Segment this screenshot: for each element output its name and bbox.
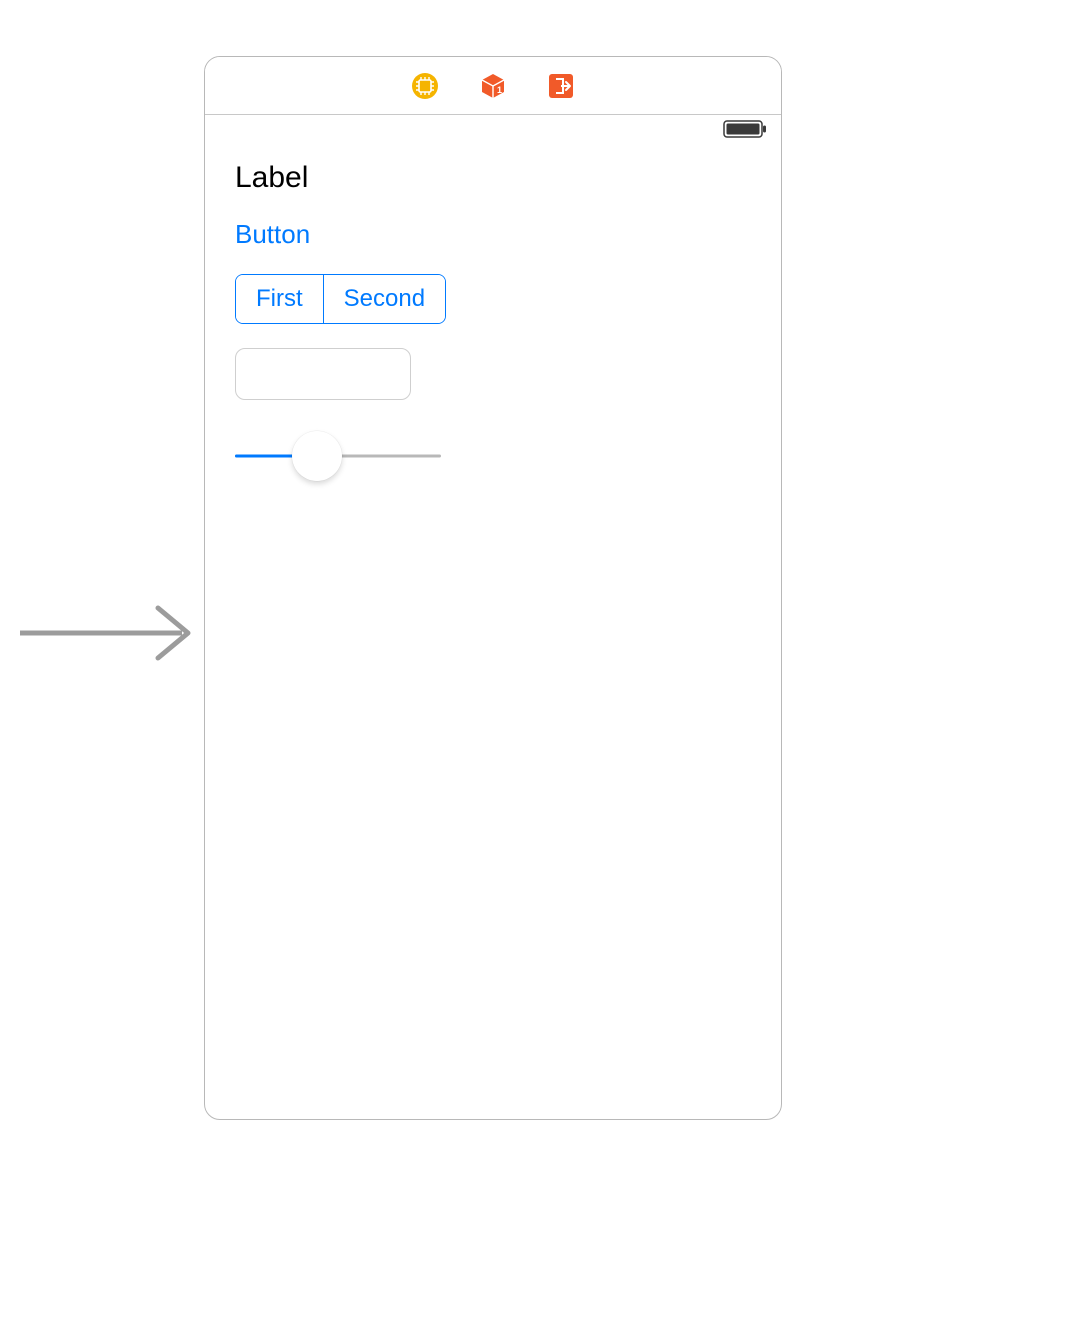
- content-area: Label Button First Second: [205, 139, 781, 504]
- battery-icon: [723, 120, 767, 138]
- svg-text:1: 1: [497, 85, 502, 95]
- text-field[interactable]: [235, 348, 411, 400]
- cube-icon[interactable]: 1: [479, 72, 507, 100]
- segmented-control[interactable]: First Second: [235, 274, 446, 324]
- status-bar: [205, 115, 781, 139]
- slider-thumb[interactable]: [292, 431, 342, 481]
- simulator-toolbar: 1: [205, 57, 781, 115]
- simulator-window: 1 Label Button First Second: [204, 56, 782, 1120]
- ui-label: Label: [235, 161, 308, 195]
- ui-button[interactable]: Button: [235, 219, 310, 250]
- chip-icon[interactable]: [411, 72, 439, 100]
- slider[interactable]: [235, 430, 441, 482]
- exit-icon[interactable]: [547, 72, 575, 100]
- arrow-right-icon: [20, 598, 200, 668]
- segment-second[interactable]: Second: [323, 275, 445, 323]
- pointer-arrow: [20, 598, 200, 668]
- segment-first[interactable]: First: [236, 275, 323, 323]
